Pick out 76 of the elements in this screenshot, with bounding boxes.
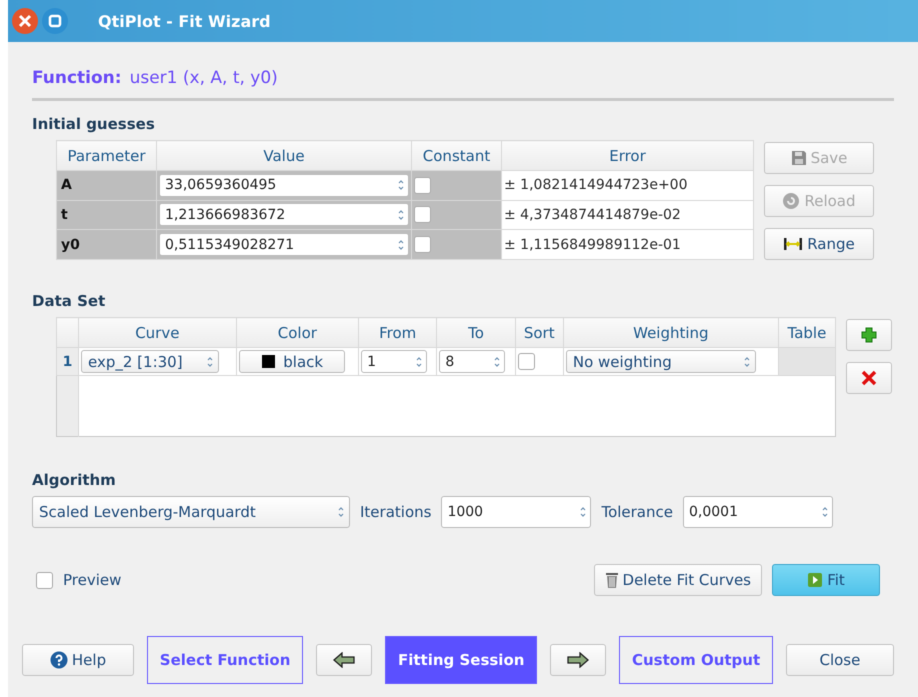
value-spinbox[interactable]: 1,213666983672 (159, 203, 409, 226)
delete-button[interactable]: Delete Fit Curves (594, 564, 762, 596)
algorithm-combobox[interactable]: Scaled Levenberg-Marquardt (32, 496, 350, 528)
column-header: Value (156, 140, 412, 170)
function-name: user1 (x, A, t, y0) (130, 68, 278, 88)
back-button[interactable] (316, 644, 372, 676)
window-title: QtiPlot - Fit Wizard (98, 12, 271, 30)
sort-checkbox[interactable] (518, 353, 535, 370)
next-button[interactable] (550, 644, 606, 676)
spin-arrows-icon[interactable] (397, 238, 405, 252)
column-header: Curve (78, 318, 236, 348)
spin-arrows-icon[interactable] (579, 505, 588, 519)
cross-icon (861, 370, 877, 386)
spin-arrows-icon[interactable] (820, 505, 829, 519)
constant-checkbox[interactable] (414, 206, 431, 224)
column-header: From (358, 318, 437, 348)
help-icon (50, 651, 68, 669)
iterations-label: Iterations (360, 503, 432, 521)
close-icon[interactable] (12, 8, 38, 34)
spin-arrows-icon[interactable] (206, 354, 214, 368)
section-title: Initial guesses (32, 115, 156, 133)
right-arrow-icon (567, 652, 590, 668)
play-icon (807, 572, 824, 588)
value-spinbox[interactable]: 0,5115349028271 (159, 233, 409, 256)
close-button[interactable]: Close (786, 644, 894, 676)
error-cell: ± 1,0821414944723e+00 (502, 170, 754, 200)
error-cell: ± 1,1156849989112e-01 (502, 230, 754, 260)
wizard-step[interactable]: Select Function (146, 636, 304, 684)
spin-arrows-icon[interactable] (397, 208, 405, 222)
column-header: To (436, 318, 516, 348)
parameter-cell: t (56, 200, 156, 230)
reload-icon (782, 192, 800, 210)
wizard-step[interactable]: Custom Output (619, 636, 774, 684)
column-header: Weighting (563, 318, 778, 348)
preview-checkbox[interactable] (36, 572, 53, 588)
plus-icon (861, 327, 877, 343)
spin-arrows-icon[interactable] (742, 354, 751, 368)
row-number: 1 (56, 348, 78, 376)
tolerance-label: Tolerance (601, 503, 673, 521)
spin-arrows-icon[interactable] (493, 354, 502, 368)
preview-label[interactable]: Preview (63, 571, 122, 589)
section-title: Algorithm (32, 471, 117, 489)
value-spinbox[interactable]: 33,0659360495 (159, 174, 409, 197)
spin-arrows-icon[interactable] (337, 505, 345, 519)
wizard-step[interactable]: Fitting Session (384, 636, 538, 684)
spin-arrows-icon[interactable] (397, 178, 405, 192)
column-header: Error (502, 140, 754, 170)
column-header: Sort (515, 318, 564, 348)
tolerance-spinbox[interactable]: 0,0001 (682, 496, 833, 528)
column-header: Parameter (56, 140, 156, 170)
spin-arrows-icon[interactable] (415, 354, 424, 368)
iterations-spinbox[interactable]: 1000 (441, 496, 592, 528)
curve-combobox[interactable]: exp_2 [1:30] (81, 350, 219, 373)
left-arrow-icon (333, 652, 356, 668)
maximize-icon[interactable] (42, 8, 68, 34)
column-header: Table (778, 318, 836, 348)
from-spinbox[interactable]: 1 (361, 350, 428, 373)
constant-checkbox[interactable] (414, 236, 431, 254)
parameter-cell: y0 (56, 230, 156, 260)
error-cell: ± 4,3734874414879e-02 (502, 200, 754, 230)
range-icon (783, 237, 804, 251)
constant-checkbox[interactable] (414, 176, 431, 194)
column-header: Constant (412, 140, 502, 170)
add-button[interactable] (846, 319, 892, 351)
trash-icon (604, 571, 619, 589)
color-button[interactable]: black (238, 350, 345, 373)
section-title: Data Set (32, 292, 106, 310)
range-button[interactable]: Range (764, 228, 874, 260)
fit-button[interactable]: Fit (772, 564, 880, 596)
weighting-combobox[interactable]: No weighting (566, 350, 756, 373)
parameter-cell: A (56, 170, 156, 200)
column-header: Color (236, 318, 359, 348)
to-spinbox[interactable]: 8 (439, 350, 506, 373)
help-button[interactable]: Help (22, 644, 134, 676)
function-label: Function: (32, 68, 122, 88)
remove-button[interactable] (846, 362, 892, 394)
